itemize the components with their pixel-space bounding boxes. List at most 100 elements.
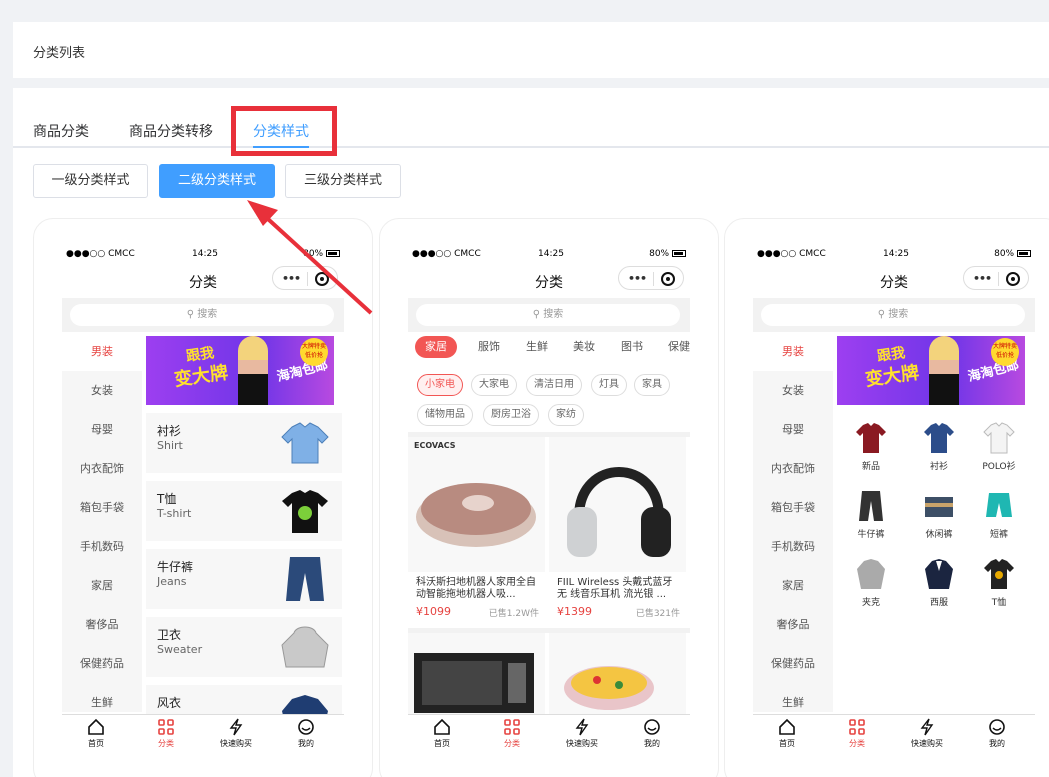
lightning-icon — [229, 718, 243, 736]
product-card-headphones[interactable]: FIIL Wireless 头戴式蓝牙无 线音乐耳机 流光银 ... ¥1399… — [549, 437, 686, 622]
top-category-health[interactable]: 保健 — [668, 336, 690, 358]
search-input[interactable]: ⚲ 搜索 — [761, 304, 1025, 326]
sidebar-item-health[interactable]: 保健药品 — [753, 644, 833, 683]
subcategory-jeans[interactable]: 牛仔裤 — [841, 489, 901, 540]
miniprogram-capsule[interactable]: ••• — [272, 266, 338, 290]
miniprogram-capsule[interactable]: ••• — [618, 266, 684, 290]
promo-banner[interactable]: 跟我 变大牌 海淘包邮 大牌特卖 低价抢 — [146, 336, 334, 405]
tabbar-quick-buy[interactable]: 快速购买 — [206, 718, 266, 749]
sidebar-item-digital[interactable]: 手机数码 — [62, 527, 142, 566]
sidebar-item-home[interactable]: 家居 — [62, 566, 142, 605]
search-input[interactable]: ⚲ 搜索 — [416, 304, 680, 326]
top-category-beauty[interactable]: 美妆 — [573, 336, 595, 358]
sidebar-item-digital[interactable]: 手机数码 — [753, 527, 833, 566]
subcategory-shorts[interactable]: 短裤 — [969, 489, 1029, 540]
tabbar-category[interactable]: 分类 — [482, 718, 542, 749]
product-card-microwave[interactable] — [408, 633, 545, 714]
subcategory-suit[interactable]: 西服 — [909, 557, 969, 608]
tabbar-mine[interactable]: 我的 — [276, 718, 336, 749]
sub-tag-lamps[interactable]: 灯具 — [591, 374, 627, 396]
promo-banner[interactable]: 跟我 变大牌 海淘包邮 大牌特卖 低价抢 — [837, 336, 1025, 405]
tabbar-label: 快速购买 — [911, 739, 943, 748]
sub-tag-storage[interactable]: 储物用品 — [417, 404, 473, 426]
tabbar-category[interactable]: 分类 — [136, 718, 196, 749]
subcategory-label: T恤 — [991, 598, 1007, 608]
sidebar-item-baby[interactable]: 母婴 — [62, 410, 142, 449]
category-card-jeans[interactable]: 牛仔裤 Jeans — [146, 549, 342, 609]
level3-style-button[interactable]: 三级分类样式 — [285, 164, 401, 198]
sidebar-item-bags[interactable]: 箱包手袋 — [62, 488, 142, 527]
sidebar-item-womenswear[interactable]: 女装 — [753, 371, 833, 410]
user-face-icon — [644, 719, 660, 735]
top-category-books[interactable]: 图书 — [621, 336, 643, 358]
tabbar-mine[interactable]: 我的 — [622, 718, 682, 749]
category-card-subtitle: Jeans — [157, 575, 187, 588]
tabbar-home[interactable]: 首页 — [66, 718, 126, 749]
subcategory-label: 休闲裤 — [925, 530, 953, 540]
sidebar-item-menswear[interactable]: 男装 — [753, 332, 833, 371]
subcategory-casual-pants[interactable]: 休闲裤 — [909, 489, 969, 540]
sub-tag-furniture[interactable]: 家具 — [634, 374, 670, 396]
category-card-tshirt[interactable]: T恤 T-shirt — [146, 481, 342, 541]
product-card-cookware[interactable] — [549, 633, 686, 714]
sidebar-item-baby[interactable]: 母婴 — [753, 410, 833, 449]
sidebar-item-health[interactable]: 保健药品 — [62, 644, 142, 683]
tab-category-transfer[interactable]: 商品分类转移 — [129, 121, 213, 141]
search-input[interactable]: ⚲ 搜索 — [70, 304, 334, 326]
tabbar-quick-buy[interactable]: 快速购买 — [897, 718, 957, 749]
category-card-title: 衬衫 — [157, 424, 182, 438]
tab-product-category[interactable]: 商品分类 — [33, 121, 89, 141]
sub-tag-small-appliance[interactable]: 小家电 — [417, 374, 463, 396]
level2-style-button[interactable]: 二级分类样式 — [159, 164, 275, 198]
sidebar-item-underwear[interactable]: 内衣配饰 — [753, 449, 833, 488]
battery-text: 80% — [649, 249, 670, 259]
capsule-divider — [998, 272, 999, 286]
top-category-fresh[interactable]: 生鲜 — [526, 336, 548, 358]
category-card-shirt[interactable]: 衬衫 Shirt — [146, 413, 342, 473]
close-target-icon — [661, 272, 675, 286]
subcategory-polo[interactable]: POLO衫 — [969, 421, 1029, 472]
tshirt-red-image — [856, 423, 886, 453]
subcategory-tshirt[interactable]: T恤 — [969, 557, 1029, 608]
product-name: 科沃斯扫地机器人家用全自动智能拖地机器人吸... — [416, 577, 536, 600]
product-price: ¥1399 — [557, 605, 592, 618]
sub-tag-kitchen-bath[interactable]: 厨房卫浴 — [483, 404, 539, 426]
sidebar-item-underwear[interactable]: 内衣配饰 — [62, 449, 142, 488]
category-grid-icon — [849, 719, 865, 735]
tabbar-category[interactable]: 分类 — [827, 718, 887, 749]
jeans-image — [286, 557, 324, 601]
suit-image — [925, 559, 953, 589]
product-card-robot-vacuum[interactable]: ECOVACS 科沃斯扫地机器人家用全自动智能拖地机器人吸... ¥1099 已… — [408, 437, 545, 622]
battery-text: 80% — [303, 249, 324, 259]
sidebar-item-menswear[interactable]: 男装 — [62, 332, 142, 371]
microwave-graphic — [414, 653, 534, 713]
subcategory-label: 西服 — [929, 598, 948, 608]
top-category-apparel[interactable]: 服饰 — [478, 336, 500, 358]
sub-tag-large-appliance[interactable]: 大家电 — [471, 374, 517, 396]
banner-model-image — [929, 336, 959, 405]
level1-style-button[interactable]: 一级分类样式 — [33, 164, 148, 198]
category-card-sweater[interactable]: 卫衣 Sweater — [146, 617, 342, 677]
cookware-graphic — [564, 666, 654, 710]
tabbar-home[interactable]: 首页 — [412, 718, 472, 749]
sidebar-item-home[interactable]: 家居 — [753, 566, 833, 605]
subcategory-new[interactable]: 新品 — [841, 421, 901, 472]
miniprogram-capsule[interactable]: ••• — [963, 266, 1029, 290]
category-card-subtitle: Sweater — [157, 643, 203, 656]
tabbar-home[interactable]: 首页 — [757, 718, 817, 749]
tshirt-black-image — [984, 559, 1014, 589]
home-icon — [434, 718, 450, 735]
subcategory-shirt[interactable]: 衬衫 — [909, 421, 969, 472]
sidebar-item-luxury[interactable]: 奢侈品 — [753, 605, 833, 644]
sub-tag-textiles[interactable]: 家纺 — [548, 404, 584, 426]
cookware-image — [549, 633, 686, 714]
subcategory-jacket[interactable]: 夹克 — [841, 557, 901, 608]
sub-tag-cleaning[interactable]: 清洁日用 — [526, 374, 582, 396]
more-dots-icon: ••• — [973, 272, 992, 285]
tabbar-mine[interactable]: 我的 — [967, 718, 1027, 749]
tabbar-quick-buy[interactable]: 快速购买 — [552, 718, 612, 749]
sidebar-item-womenswear[interactable]: 女装 — [62, 371, 142, 410]
sidebar-item-bags[interactable]: 箱包手袋 — [753, 488, 833, 527]
top-category-home[interactable]: 家居 — [415, 336, 457, 358]
sidebar-item-luxury[interactable]: 奢侈品 — [62, 605, 142, 644]
